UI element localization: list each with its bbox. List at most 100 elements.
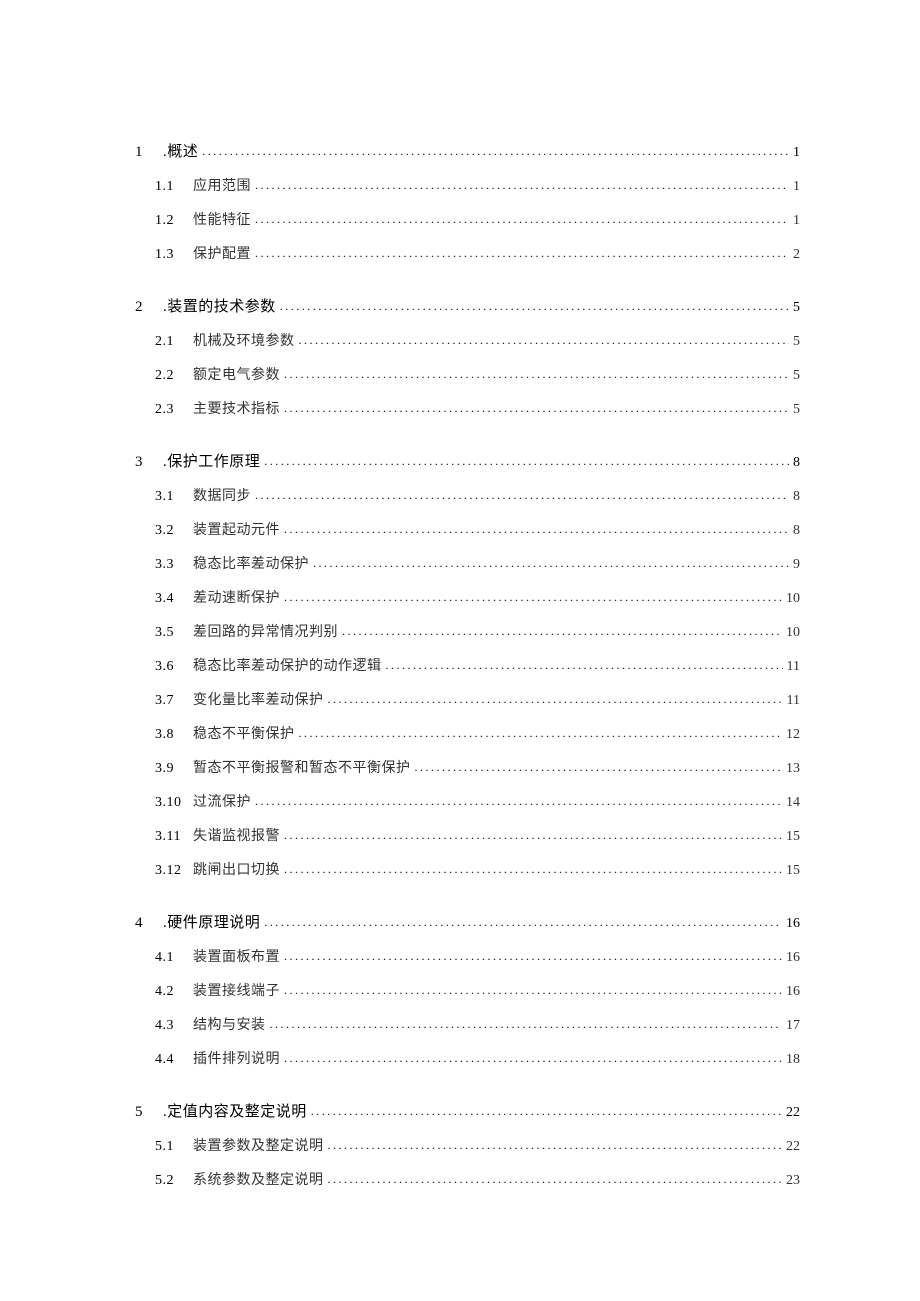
toc-leader-dots [251, 178, 789, 193]
toc-number: 3.9 [155, 761, 187, 777]
toc-title: 装置接线端子 [193, 980, 280, 1000]
toc-page-number: 5 [789, 402, 800, 418]
toc-number: 4.3 [155, 1018, 187, 1034]
toc-entry-subsection: 3.4差动速断保护10 [155, 587, 800, 607]
toc-entry-subsection: 3.7 变化量比率差动保护 11 [155, 689, 800, 709]
toc-title: 跳闸出口切换 [193, 859, 280, 879]
toc-title: 性能特征 [193, 209, 251, 229]
toc-entry-subsection: 2.1机械及环境参数5 [155, 330, 800, 350]
toc-page-number: 11 [783, 659, 800, 675]
toc-entry-subsection: 2.2额定电气参数5 [155, 364, 800, 384]
toc-leader-dots [280, 983, 782, 998]
toc-leader-dots [309, 556, 789, 571]
toc-entry-section: 3 .保护工作原理 8 [135, 450, 800, 471]
toc-entry-subsection: 4.2 装置接线端子 16 [155, 980, 800, 1000]
toc-number: 3.5 [155, 625, 187, 641]
toc-title: 装置起动元件 [193, 519, 280, 539]
toc-number: 4 [135, 915, 149, 932]
toc-page-number: 13 [782, 761, 800, 777]
toc-number: 3.2 [155, 523, 187, 539]
toc-leader-dots [280, 949, 782, 964]
toc-number: 5 [135, 1104, 149, 1121]
toc-title: .保护工作原理 [163, 450, 260, 471]
toc-title: 差回路的异常情况判别 [193, 621, 338, 641]
toc-entry-subsection: 3.1 数据同步 8 [155, 485, 800, 505]
toc-leader-dots [280, 590, 782, 605]
toc-entry-subsection: 4.1装置面板布置16 [155, 946, 800, 966]
toc-number: 3 [135, 454, 149, 471]
toc-title: .硬件原理说明 [163, 911, 260, 932]
toc-title: 数据同步 [193, 485, 251, 505]
toc-page-number: 16 [782, 984, 800, 1000]
toc-title: 稳态比率差动保护 [193, 553, 309, 573]
toc-number: 2.1 [155, 334, 187, 350]
toc-leader-dots [338, 624, 782, 639]
toc-title: 额定电气参数 [193, 364, 280, 384]
toc-number: 3.7 [155, 693, 187, 709]
toc-page-number: 9 [789, 557, 800, 573]
toc-page-number: 5 [789, 368, 800, 384]
toc-leader-dots [324, 692, 783, 707]
toc-number: 3.12 [155, 863, 187, 879]
toc-leader-dots [280, 1051, 782, 1066]
toc-leader-dots [280, 862, 782, 877]
toc-entry-subsection: 3.9暂态不平衡报警和暂态不平衡保护13 [155, 757, 800, 777]
toc-page-number: 2 [789, 247, 800, 263]
toc-number: 4.1 [155, 950, 187, 966]
toc-page-number: 1 [789, 145, 800, 161]
toc-leader-dots [307, 1104, 782, 1119]
toc-page-number: 1 [789, 213, 800, 229]
toc-number: 1.3 [155, 247, 187, 263]
toc-page-number: 11 [783, 693, 800, 709]
toc-entry-subsection: 4.4插件排列说明18 [155, 1048, 800, 1068]
toc-number: 2 [135, 299, 149, 316]
toc-number: 3.10 [155, 795, 187, 811]
toc-title: 差动速断保护 [193, 587, 280, 607]
toc-entry-subsection: 3.12跳闸出口切换15 [155, 859, 800, 879]
toc-entry-subsection: 2.3主要技术指标5 [155, 398, 800, 418]
toc-title: 失谐监视报警 [193, 825, 280, 845]
toc-entry-subsection: 3.2装置起动元件8 [155, 519, 800, 539]
toc-page-number: 12 [782, 727, 800, 743]
toc-entry-section: 1 .概述 1 [135, 140, 800, 161]
toc-page-number: 8 [789, 455, 800, 471]
toc-entry-section: 2.装置的技术参数5 [135, 295, 800, 316]
toc-number: 3.1 [155, 489, 187, 505]
toc-title: .定值内容及整定说明 [163, 1100, 307, 1121]
toc-title: 稳态不平衡保护 [193, 723, 295, 743]
toc-entry-subsection: 3.11失谐监视报警15 [155, 825, 800, 845]
toc-page-number: 17 [782, 1018, 800, 1034]
toc-title: .概述 [163, 140, 198, 161]
toc-leader-dots [295, 333, 790, 348]
toc-leader-dots [251, 488, 789, 503]
toc-leader-dots [276, 299, 789, 314]
toc-number: 3.8 [155, 727, 187, 743]
toc-number: 4.4 [155, 1052, 187, 1068]
toc-entry-subsection: 4.3结构与安装17 [155, 1014, 800, 1034]
toc-page-number: 14 [782, 795, 800, 811]
toc-page-number: 8 [789, 489, 800, 505]
toc-leader-dots [260, 915, 782, 930]
toc-leader-dots [266, 1017, 783, 1032]
toc-leader-dots [251, 246, 789, 261]
toc-page-number: 10 [782, 625, 800, 641]
toc-number: 3.3 [155, 557, 187, 573]
table-of-contents: 1.概述11.1应用范围11.2性能特征11.3保护配置22.装置的技术参数52… [135, 140, 800, 1189]
toc-title: 变化量比率差动保护 [193, 689, 324, 709]
toc-number: 4.2 [155, 984, 187, 1000]
toc-entry-subsection: 3.3 稳态比率差动保护 9 [155, 553, 800, 573]
toc-leader-dots [295, 726, 783, 741]
toc-leader-dots [280, 367, 789, 382]
toc-leader-dots [324, 1172, 783, 1187]
toc-entry-subsection: 5.2系统参数及整定说明23 [155, 1169, 800, 1189]
toc-title: 保护配置 [193, 243, 251, 263]
toc-number: 1.2 [155, 213, 187, 229]
toc-entry-subsection: 3.10 过流保护 14 [155, 791, 800, 811]
toc-number: 3.11 [155, 829, 187, 845]
toc-entry-subsection: 3.8 稳态不平衡保护 12 [155, 723, 800, 743]
toc-leader-dots [280, 828, 782, 843]
toc-title: 装置参数及整定说明 [193, 1135, 324, 1155]
toc-number: 1 [135, 144, 149, 161]
toc-title: 过流保护 [193, 791, 251, 811]
toc-title: 插件排列说明 [193, 1048, 280, 1068]
